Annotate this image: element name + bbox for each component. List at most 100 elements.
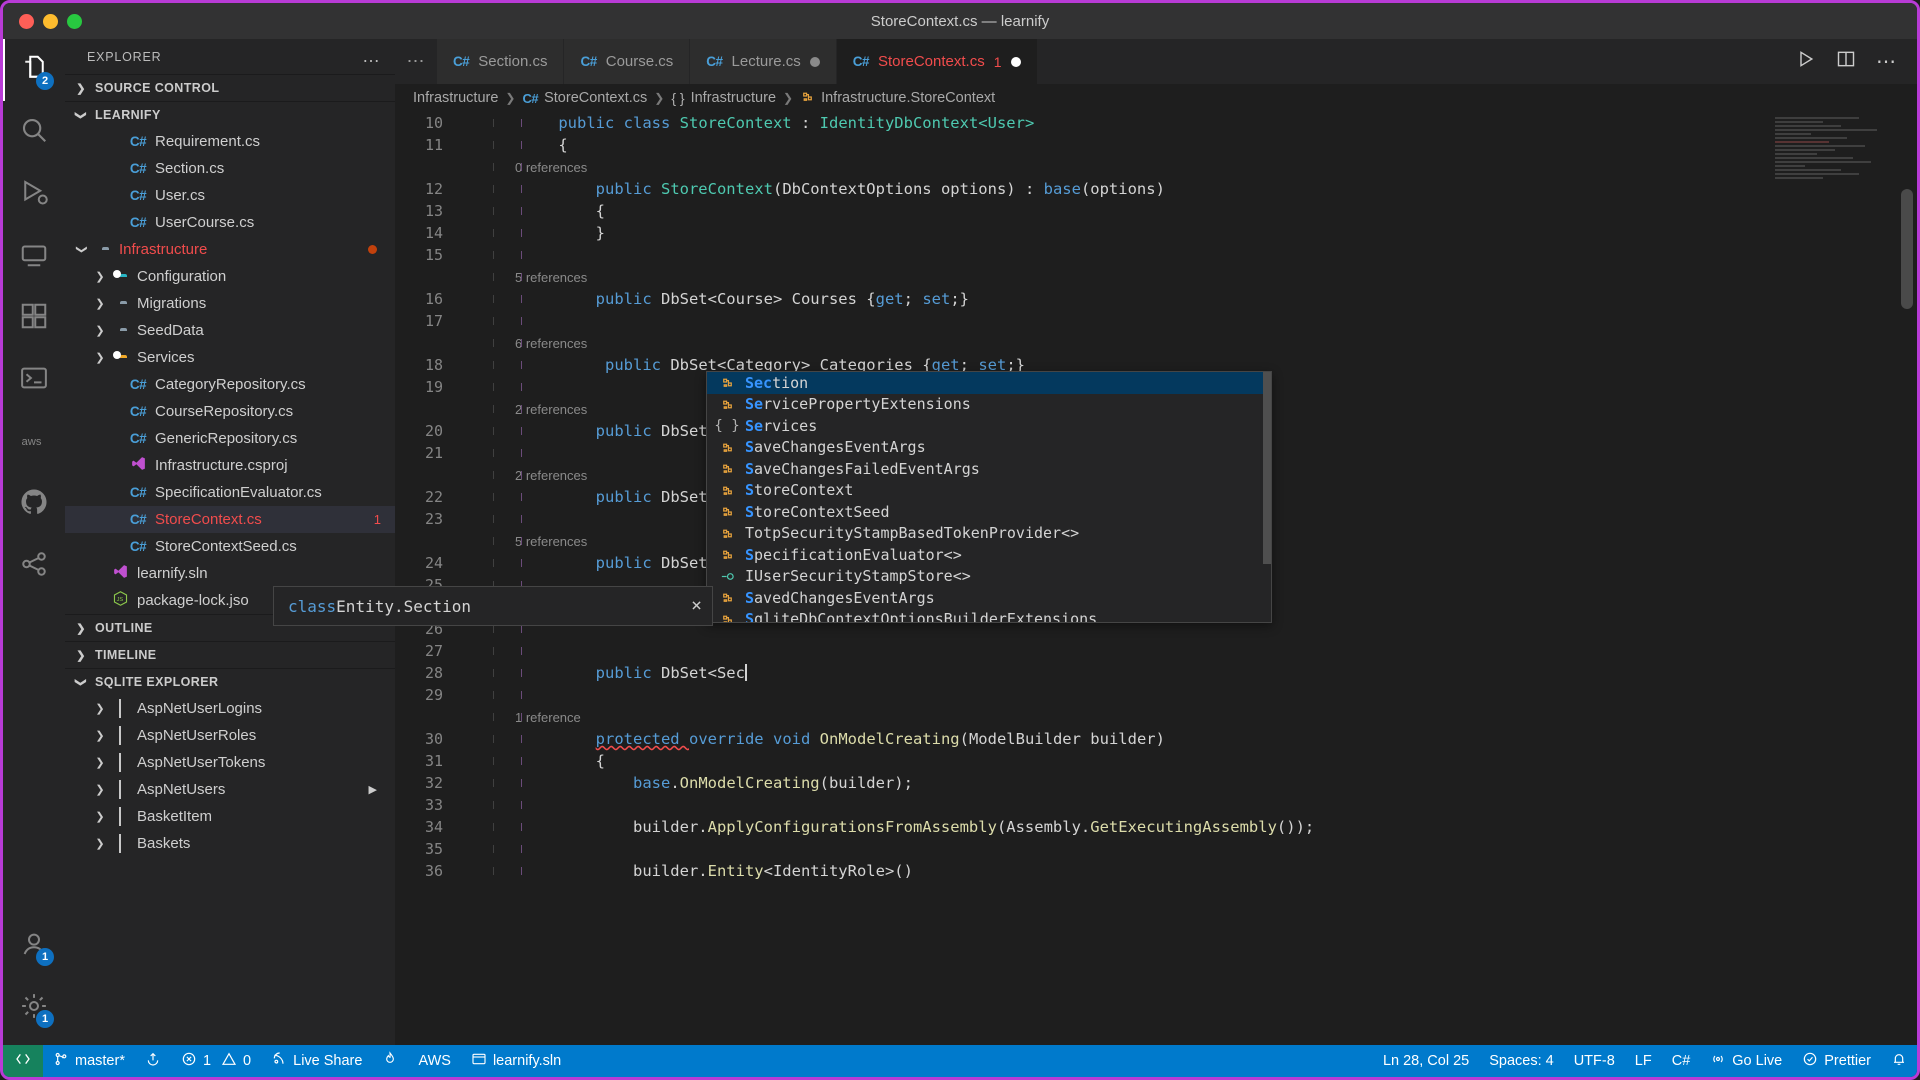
tree-item[interactable]: C# UserCourse.cs xyxy=(65,209,395,236)
editor-tab[interactable]: C# Course.cs xyxy=(564,39,691,84)
codelens-references[interactable]: 1 reference xyxy=(515,710,581,725)
code-line[interactable]: 28 public DbSet<Sec xyxy=(395,662,1917,684)
codelens-row[interactable]: 5 references xyxy=(395,266,1917,288)
breadcrumb-item[interactable]: Infrastructure xyxy=(413,90,498,106)
suggestion-scrollbar[interactable] xyxy=(1263,372,1271,564)
go-live-status[interactable]: Go Live xyxy=(1700,1045,1792,1077)
code-line[interactable]: 36 builder.Entity<IdentityRole>() xyxy=(395,860,1917,882)
code-line[interactable]: 35 xyxy=(395,838,1917,860)
sqlite-table-item[interactable]: ❯ AspNetUserTokens xyxy=(65,749,395,776)
tree-item[interactable]: C# User.cs xyxy=(65,182,395,209)
code-line[interactable]: 15 xyxy=(395,244,1917,266)
prettier-status[interactable]: Prettier xyxy=(1792,1045,1881,1077)
breadcrumb-item[interactable]: C# StoreContext.cs xyxy=(522,90,647,106)
tree-item[interactable]: C# StoreContext.cs 1 xyxy=(65,506,395,533)
live-share-status[interactable]: Live Share xyxy=(261,1045,372,1077)
activity-aws[interactable]: aws xyxy=(3,411,65,473)
tree-item[interactable]: ❯ Configuration xyxy=(65,263,395,290)
cursor-position[interactable]: Ln 28, Col 25 xyxy=(1373,1045,1479,1077)
codelens-references[interactable]: 2 references xyxy=(515,468,587,483)
tree-item[interactable]: ❯ Infrastructure xyxy=(65,236,395,263)
code-line[interactable]: 32 base.OnModelCreating(builder); xyxy=(395,772,1917,794)
unsaved-indicator[interactable] xyxy=(1010,56,1021,67)
split-editor-icon[interactable] xyxy=(1836,49,1856,74)
eol-status[interactable]: LF xyxy=(1625,1045,1662,1077)
activity-settings[interactable]: 1 xyxy=(3,977,65,1039)
suggestion-item[interactable]: StoreContextSeed xyxy=(707,501,1271,523)
suggestion-item[interactable]: ServicePropertyExtensions xyxy=(707,394,1271,416)
tree-item[interactable]: C# Requirement.cs xyxy=(65,128,395,155)
tree-item[interactable]: C# Section.cs xyxy=(65,155,395,182)
aws-status[interactable]: AWS xyxy=(408,1045,461,1077)
tree-item[interactable]: C# GenericRepository.cs xyxy=(65,425,395,452)
code-line[interactable]: 12 public StoreContext(DbContextOptions … xyxy=(395,178,1917,200)
window-controls[interactable] xyxy=(19,13,82,29)
suggestion-item[interactable]: SaveChangesFailedEventArgs xyxy=(707,458,1271,480)
tree-item[interactable]: ❯ SeedData xyxy=(65,317,395,344)
codelens-row[interactable]: 0 references xyxy=(395,156,1917,178)
activity-github[interactable] xyxy=(3,473,65,535)
activity-remote-explorer[interactable] xyxy=(3,225,65,287)
sqlite-table-item[interactable]: ❯ BasketItem xyxy=(65,803,395,830)
tree-item[interactable]: ❯ Services xyxy=(65,344,395,371)
suggestion-item[interactable]: Section xyxy=(707,372,1271,394)
maximize-window-button[interactable] xyxy=(67,13,82,29)
activity-share[interactable] xyxy=(3,535,65,597)
code-line[interactable]: 33 xyxy=(395,794,1917,816)
explorer-more-button[interactable]: … xyxy=(362,46,381,67)
editor-tab[interactable]: C# StoreContext.cs 1 xyxy=(836,39,1038,84)
tree-item[interactable]: ❯ Migrations xyxy=(65,290,395,317)
ellipsis-icon[interactable]: ⋯ xyxy=(1876,52,1897,72)
close-icon[interactable]: × xyxy=(691,597,702,615)
code-line[interactable]: 27 xyxy=(395,640,1917,662)
flame-status[interactable] xyxy=(372,1045,408,1077)
sync-status[interactable] xyxy=(135,1045,171,1077)
suggestion-item[interactable]: TotpSecurityStampBasedTokenProvider<> xyxy=(707,523,1271,545)
sqlite-table-item[interactable]: ❯ AspNetUserLogins xyxy=(65,695,395,722)
code-line[interactable]: 30 protected override void OnModelCreati… xyxy=(395,728,1917,750)
section-sqlite-explorer[interactable]: ❯ SQLITE EXPLORER xyxy=(65,668,395,695)
code-line[interactable]: 31 { xyxy=(395,750,1917,772)
notifications-status[interactable] xyxy=(1881,1045,1917,1077)
tree-item[interactable]: C# CourseRepository.cs xyxy=(65,398,395,425)
language-mode-status[interactable]: C# xyxy=(1662,1045,1701,1077)
codelens-references[interactable]: 2 references xyxy=(515,402,587,417)
minimize-window-button[interactable] xyxy=(43,13,58,29)
suggestion-item[interactable]: IUserSecurityStampStore<> xyxy=(707,566,1271,588)
tree-item[interactable]: C# SpecificationEvaluator.cs xyxy=(65,479,395,506)
tree-item[interactable]: C# CategoryRepository.cs xyxy=(65,371,395,398)
suggestion-item[interactable]: { } Services xyxy=(707,415,1271,437)
breadcrumb-item[interactable]: Infrastructure.StoreContext xyxy=(800,89,995,108)
editor-scrollbar[interactable] xyxy=(1901,189,1913,309)
problems-status[interactable]: 1 0 xyxy=(171,1045,261,1077)
sqlite-table-item[interactable]: ❯ AspNetUsers ▶ xyxy=(65,776,395,803)
run-query-icon[interactable]: ▶ xyxy=(369,783,377,796)
codelens-references[interactable]: 5 references xyxy=(515,270,587,285)
suggestion-item[interactable]: SpecificationEvaluator<> xyxy=(707,544,1271,566)
minimap[interactable] xyxy=(1775,117,1895,247)
solution-status[interactable]: learnify.sln xyxy=(461,1045,571,1077)
code-line[interactable]: 10 public class StoreContext : IdentityD… xyxy=(395,112,1917,134)
tree-item[interactable]: C# StoreContextSeed.cs xyxy=(65,533,395,560)
code-line[interactable]: 17 xyxy=(395,310,1917,332)
section-learnify[interactable]: ❯ LEARNIFY xyxy=(65,101,395,128)
editor-tab[interactable]: C# Lecture.cs xyxy=(690,39,837,84)
code-line[interactable]: 16 public DbSet<Course> Courses {get; se… xyxy=(395,288,1917,310)
activity-extensions[interactable] xyxy=(3,287,65,349)
code-line[interactable]: 34 builder.ApplyConfigurationsFromAssemb… xyxy=(395,816,1917,838)
section-timeline[interactable]: ❯ TIMELINE xyxy=(65,641,395,668)
sqlite-table-item[interactable]: ❯ AspNetUserRoles xyxy=(65,722,395,749)
section-source-control[interactable]: ❯ SOURCE CONTROL xyxy=(65,74,395,101)
tree-item[interactable]: Infrastructure.csproj xyxy=(65,452,395,479)
code-line[interactable]: 14 } xyxy=(395,222,1917,244)
play-icon[interactable] xyxy=(1796,49,1816,74)
tree-item[interactable]: learnify.sln xyxy=(65,560,395,587)
indentation-status[interactable]: Spaces: 4 xyxy=(1479,1045,1564,1077)
activity-explorer[interactable]: 2 xyxy=(3,39,65,101)
activity-run-debug[interactable] xyxy=(3,163,65,225)
branch-status[interactable]: master* xyxy=(43,1045,135,1077)
codelens-references[interactable]: 0 references xyxy=(515,160,587,175)
codelens-row[interactable]: 1 reference xyxy=(395,706,1917,728)
activity-terminal[interactable] xyxy=(3,349,65,411)
encoding-status[interactable]: UTF-8 xyxy=(1564,1045,1625,1077)
